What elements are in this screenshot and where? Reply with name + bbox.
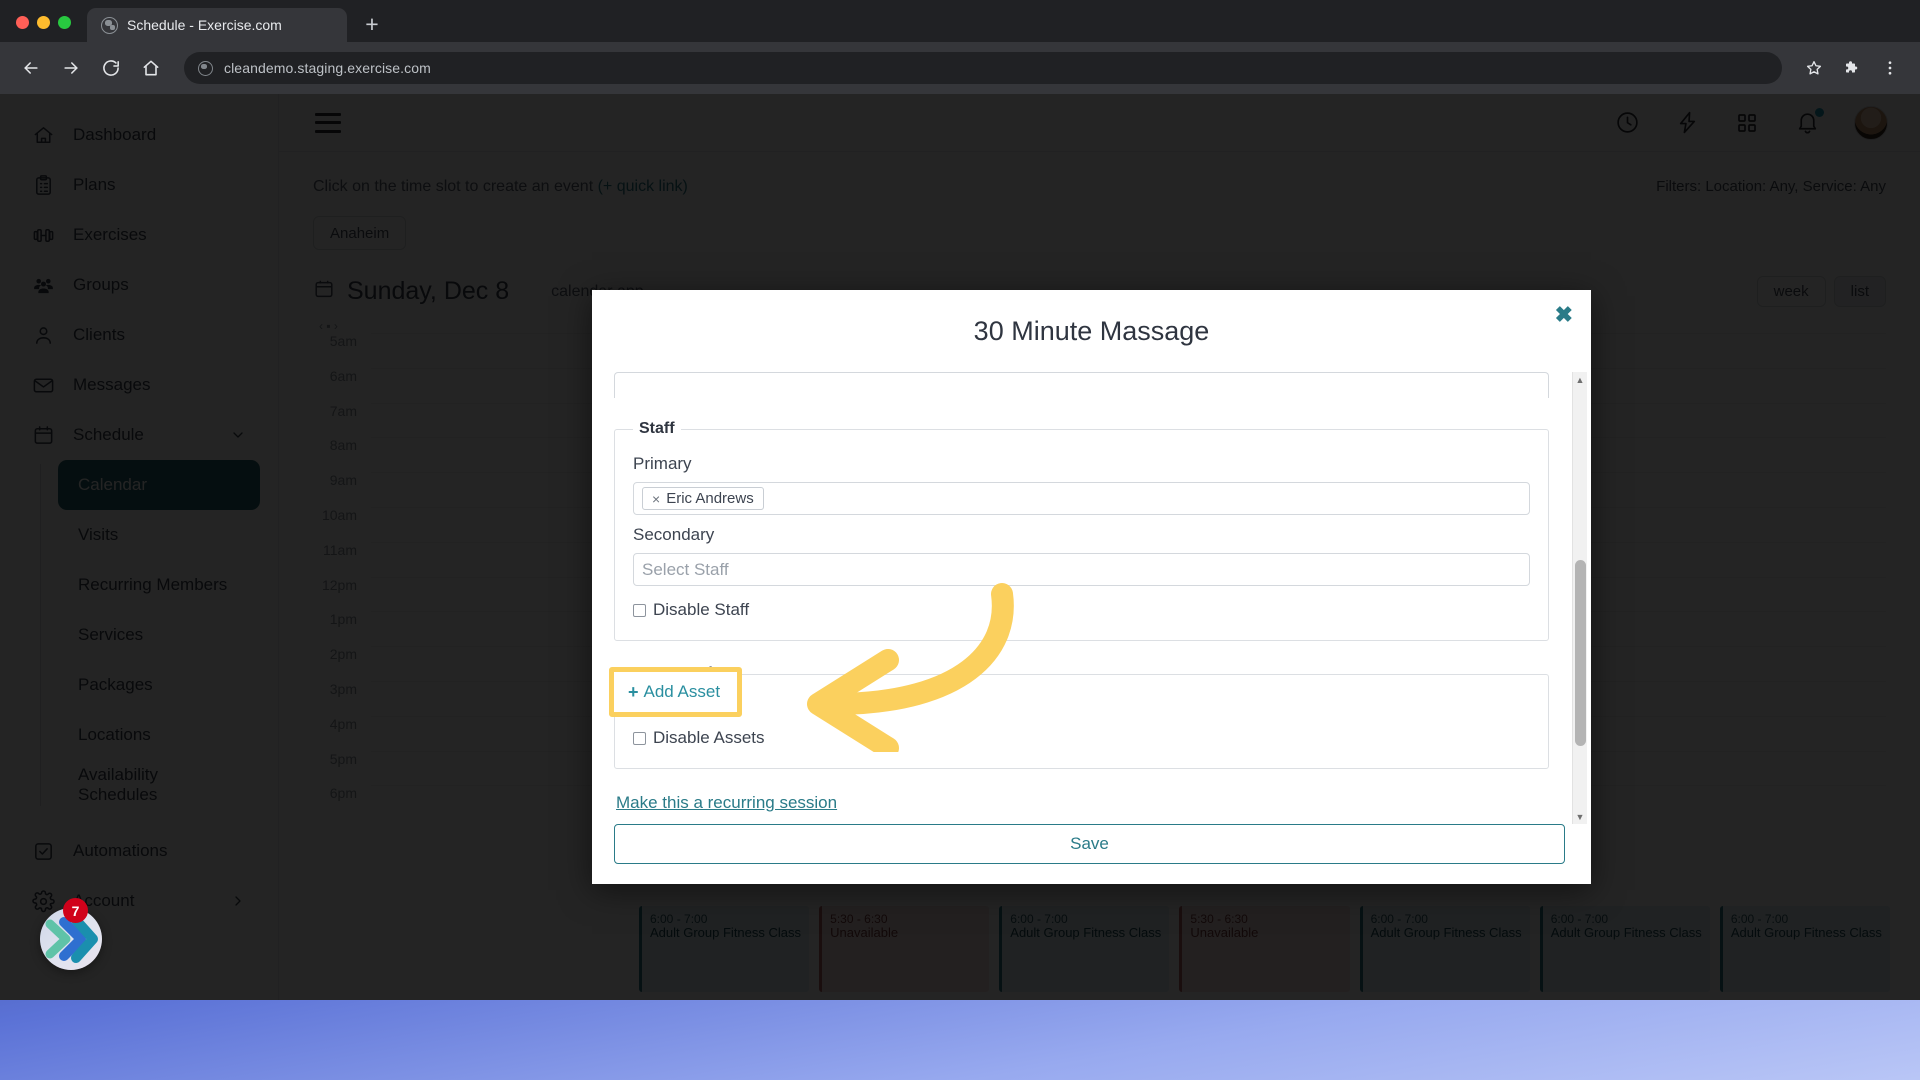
site-globe-icon	[198, 60, 213, 76]
disable-staff-checkbox[interactable]	[633, 603, 646, 617]
address-bar[interactable]: cleandemo.staging.exercise.com	[184, 52, 1782, 84]
kebab-menu-icon[interactable]	[1874, 52, 1906, 84]
window-traffic-lights[interactable]	[0, 16, 85, 42]
staff-token-label: Eric Andrews	[666, 490, 754, 507]
modal-scroll-area: Staff Primary × Eric Andrews Secondary S…	[610, 372, 1569, 824]
modal-body: Staff Primary × Eric Andrews Secondary S…	[592, 372, 1591, 824]
make-recurring-link[interactable]: Make this a recurring session	[616, 793, 1549, 813]
staff-section-legend: Staff	[639, 420, 675, 437]
new-tab-button[interactable]: +	[357, 9, 387, 39]
browser-tab-strip: Schedule - Exercise.com +	[0, 0, 1920, 42]
primary-staff-label: Primary	[633, 454, 692, 473]
globe-icon	[101, 16, 118, 34]
home-icon[interactable]	[134, 51, 168, 85]
scroll-up-arrow-icon[interactable]: ▲	[1573, 372, 1587, 387]
dock-badge-count: 7	[63, 898, 88, 923]
back-arrow-icon[interactable]	[14, 51, 48, 85]
staff-section: Staff Primary × Eric Andrews Secondary S…	[614, 420, 1549, 641]
scroll-down-arrow-icon[interactable]: ▼	[1573, 809, 1587, 824]
minimize-window-button[interactable]	[37, 16, 50, 29]
secondary-staff-input[interactable]: Select Staff	[633, 553, 1530, 586]
modal-footer: Save	[592, 824, 1591, 884]
plus-icon: +	[628, 681, 639, 702]
puzzle-icon[interactable]	[1836, 52, 1868, 84]
close-icon[interactable]: ✖	[1555, 304, 1573, 326]
secondary-staff-label: Secondary	[633, 525, 715, 544]
modal-header: 30 Minute Massage ✖	[592, 290, 1591, 372]
modal-title: 30 Minute Massage	[973, 315, 1210, 346]
page-viewport: Dashboard Plans Exercises	[0, 94, 1920, 1000]
browser-tab-title: Schedule - Exercise.com	[127, 17, 282, 33]
disable-assets-checkbox[interactable]	[633, 731, 646, 745]
asset-rules-section: Asset Rules + Add Asset Disable Assets	[614, 665, 1549, 769]
disable-assets-row[interactable]: Disable Assets	[633, 728, 1530, 748]
address-bar-url: cleandemo.staging.exercise.com	[224, 60, 431, 76]
browser-window: Schedule - Exercise.com + cleandemo.stag…	[0, 0, 1920, 1000]
browser-tab[interactable]: Schedule - Exercise.com	[87, 8, 347, 42]
disable-assets-label: Disable Assets	[653, 728, 765, 747]
partial-field-above[interactable]	[614, 372, 1549, 398]
save-button[interactable]: Save	[614, 824, 1565, 864]
add-asset-button-highlighted[interactable]: + Add Asset	[626, 680, 722, 705]
reload-icon[interactable]	[94, 51, 128, 85]
screenshot-root: Schedule - Exercise.com + cleandemo.stag…	[0, 0, 1920, 1080]
staff-token[interactable]: × Eric Andrews	[642, 487, 764, 510]
add-asset-label: Add Asset	[643, 682, 721, 701]
disable-staff-row[interactable]: Disable Staff	[633, 600, 1530, 620]
star-icon[interactable]	[1798, 52, 1830, 84]
browser-toolbar: cleandemo.staging.exercise.com	[0, 42, 1920, 94]
secondary-staff-placeholder: Select Staff	[642, 559, 729, 579]
modal-scrollbar[interactable]: ▲ ▼	[1572, 372, 1587, 824]
remove-token-icon[interactable]: ×	[652, 491, 660, 507]
annotation-highlight-box: + Add Asset	[609, 667, 742, 717]
maximize-window-button[interactable]	[58, 16, 71, 29]
disable-staff-label: Disable Staff	[653, 600, 750, 619]
session-modal: 30 Minute Massage ✖ Staff Primary × Eric…	[592, 290, 1591, 884]
close-window-button[interactable]	[16, 16, 29, 29]
forward-arrow-icon[interactable]	[54, 51, 88, 85]
primary-staff-input[interactable]: × Eric Andrews	[633, 482, 1530, 515]
scrollbar-thumb[interactable]	[1575, 560, 1586, 746]
